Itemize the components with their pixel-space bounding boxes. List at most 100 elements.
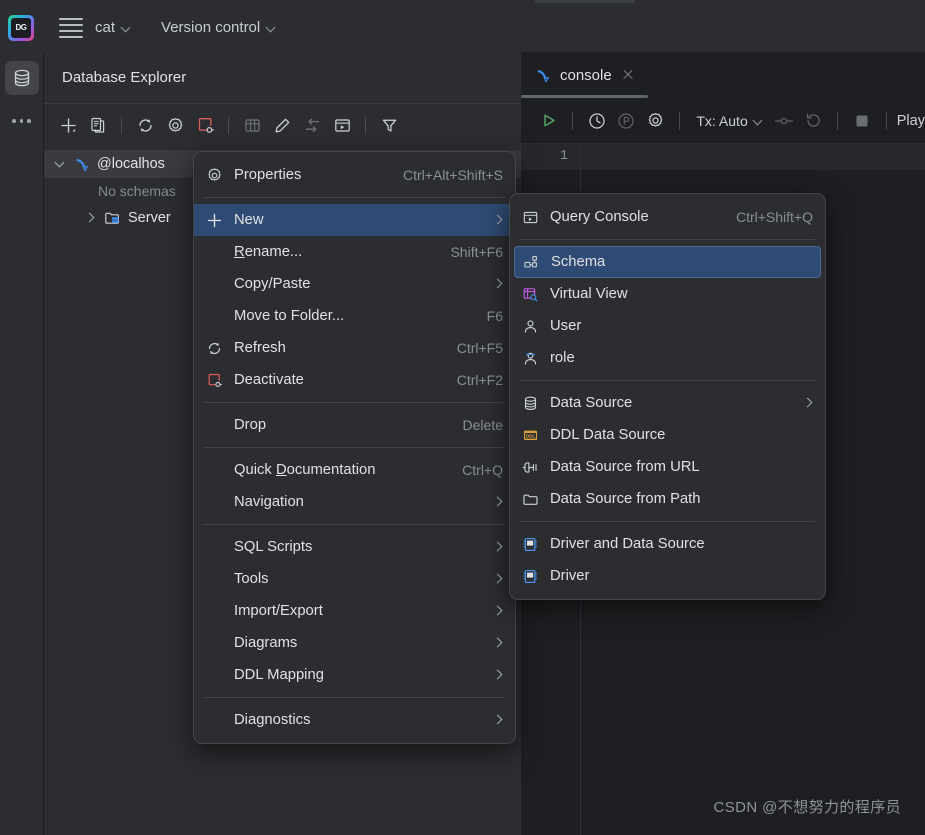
toolbar-divider <box>365 116 366 134</box>
explorer-jump-to-console-button[interactable] <box>298 111 326 139</box>
chevron-right-icon[interactable] <box>84 211 98 225</box>
menu-item-quick-documentation[interactable]: Quick Documentation Ctrl+Q <box>194 454 515 486</box>
menu-item-rename[interactable]: Rename... Shift+F6 <box>194 236 515 268</box>
menu-separator <box>520 380 815 381</box>
menu-item-shortcut: Ctrl+Alt+Shift+S <box>403 167 503 183</box>
menu-item-navigation[interactable]: Navigation <box>194 486 515 518</box>
toolbar-divider <box>121 116 122 134</box>
chevron-down-icon <box>754 116 763 125</box>
menu-item-shortcut: Ctrl+Q <box>462 462 503 478</box>
explorer-refresh-button[interactable] <box>131 111 159 139</box>
plus-icon <box>204 211 224 229</box>
mysql-dolphin-icon <box>76 158 89 171</box>
menu-item-label: Drop <box>234 417 267 433</box>
chevron-right-icon <box>803 398 813 408</box>
no-icon <box>204 493 224 511</box>
menu-item-label: role <box>550 350 575 366</box>
driver-data-source-icon <box>520 535 540 553</box>
menu-item-driver-and-data-source[interactable]: Driver and Data Source <box>510 528 825 560</box>
version-control-label: Version control <box>161 19 261 36</box>
data-source-icon <box>520 394 540 412</box>
editor-toolbar: Tx: Auto Play <box>521 98 925 144</box>
explorer-settings-button[interactable] <box>161 111 189 139</box>
explorer-title-bar: Database Explorer <box>44 52 521 104</box>
table-editor-icon <box>244 118 260 132</box>
project-selector[interactable]: cat <box>86 14 140 42</box>
tab-label: console <box>560 66 612 84</box>
menu-item-label: Schema <box>551 254 606 270</box>
menu-item-drop[interactable]: Drop Delete <box>194 409 515 441</box>
stop-button[interactable] <box>848 107 875 135</box>
menu-item-role[interactable]: role <box>510 342 825 374</box>
ddl-data-source-icon: DDL <box>520 426 540 444</box>
menu-item-label: Diagnostics <box>234 712 311 728</box>
version-control-selector[interactable]: Version control <box>152 14 285 42</box>
close-icon[interactable] <box>620 67 636 83</box>
run-play-icon <box>544 114 555 127</box>
rollback-button[interactable] <box>800 107 827 135</box>
rail-button-more-options[interactable] <box>5 104 39 138</box>
explorer-modify-button[interactable] <box>268 111 296 139</box>
menu-item-virtual-view[interactable]: Virtual View <box>510 278 825 310</box>
menu-item-diagrams[interactable]: Diagrams <box>194 627 515 659</box>
chevron-right-icon <box>493 606 503 616</box>
play-button-label[interactable]: Play <box>897 113 925 129</box>
explorer-add-new-button[interactable] <box>54 111 82 139</box>
hamburger-menu-icon[interactable] <box>56 13 86 43</box>
explorer-filter-button[interactable] <box>375 111 403 139</box>
menu-item-user[interactable]: User <box>510 310 825 342</box>
menu-item-sql-scripts[interactable]: SQL Scripts <box>194 531 515 563</box>
menu-item-copy-paste[interactable]: Copy/Paste <box>194 268 515 300</box>
line-number: 1 <box>559 149 568 164</box>
new-submenu: Query Console Ctrl+Shift+Q Schema Virtual V… <box>509 193 826 600</box>
menu-item-data-source[interactable]: Data Source <box>510 387 825 419</box>
menu-item-import-export[interactable]: Import/Export <box>194 595 515 627</box>
more-options-icon <box>12 119 31 123</box>
chevron-right-icon <box>493 215 503 225</box>
menu-item-shortcut: Shift+F6 <box>450 244 503 260</box>
menu-item-tools[interactable]: Tools <box>194 563 515 595</box>
chevron-down-icon[interactable] <box>54 157 68 171</box>
explorer-table-editor-button[interactable] <box>238 111 266 139</box>
explorer-open-console-button[interactable] <box>328 111 356 139</box>
database-icon <box>14 69 29 87</box>
commit-button[interactable] <box>771 107 798 135</box>
menu-item-new[interactable]: New <box>194 204 515 236</box>
menu-item-schema[interactable]: Schema <box>514 246 821 278</box>
rail-button-database-explorer[interactable] <box>4 61 39 95</box>
menu-item-refresh[interactable]: Refresh Ctrl+F5 <box>194 332 515 364</box>
no-icon <box>204 666 224 684</box>
parameters-button[interactable] <box>613 107 640 135</box>
query-console-icon <box>520 208 540 226</box>
menu-item-diagnostics[interactable]: Diagnostics <box>194 704 515 736</box>
query-history-button[interactable] <box>583 107 610 135</box>
execute-query-button[interactable] <box>535 107 562 135</box>
no-icon <box>204 602 224 620</box>
menu-item-deactivate[interactable]: Deactivate Ctrl+F2 <box>194 364 515 396</box>
tree-node-label: Server <box>128 210 171 226</box>
datagrip-logo-icon: DG <box>8 14 34 41</box>
menu-item-data-source-from-url[interactable]: Data Source from URL <box>510 451 825 483</box>
tab-console[interactable]: console <box>521 52 648 98</box>
menu-item-label: Data Source from URL <box>550 459 700 475</box>
explorer-duplicate-button[interactable] <box>84 111 112 139</box>
session-settings-button[interactable] <box>642 107 669 135</box>
no-icon <box>204 711 224 729</box>
explorer-disconnect-button[interactable] <box>191 111 219 139</box>
menu-item-query-console[interactable]: Query Console Ctrl+Shift+Q <box>510 201 825 233</box>
menu-item-properties[interactable]: Properties Ctrl+Alt+Shift+S <box>194 159 515 191</box>
menu-item-shortcut: Ctrl+Shift+Q <box>735 209 813 225</box>
menu-item-ddl-data-source[interactable]: DDL DDL Data Source <box>510 419 825 451</box>
transaction-mode-selector[interactable]: Tx: Auto <box>690 108 768 134</box>
no-icon <box>204 416 224 434</box>
menu-item-data-source-from-path[interactable]: Data Source from Path <box>510 483 825 515</box>
menu-item-label: New <box>234 212 264 228</box>
menu-item-driver[interactable]: Driver <box>510 560 825 592</box>
editor-tab-strip: console <box>521 52 925 98</box>
menu-item-ddl-mapping[interactable]: DDL Mapping <box>194 659 515 691</box>
menu-item-label: Query Console <box>550 209 649 225</box>
chevron-right-icon <box>493 670 503 680</box>
add-new-icon <box>60 117 76 133</box>
transaction-mode-label: Tx: Auto <box>696 112 748 129</box>
menu-item-move-to-folder[interactable]: Move to Folder... F6 <box>194 300 515 332</box>
